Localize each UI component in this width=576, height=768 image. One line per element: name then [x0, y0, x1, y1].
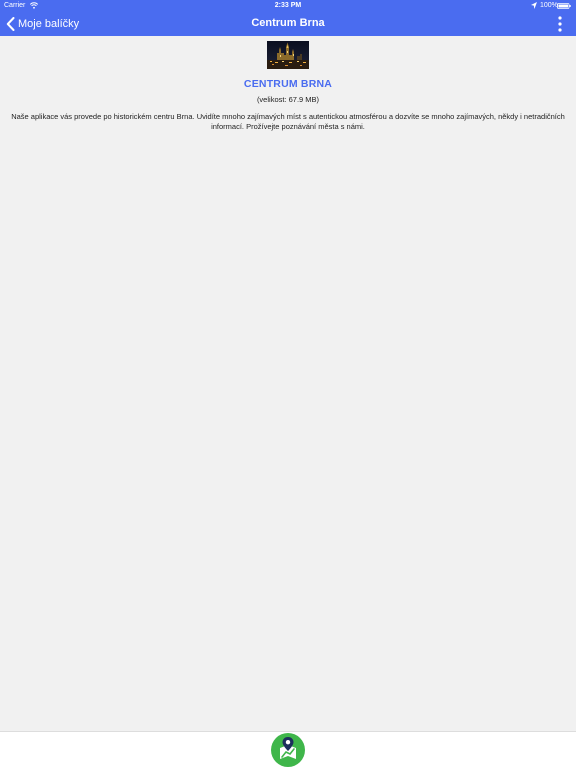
package-thumbnail [267, 41, 309, 69]
package-title: CENTRUM BRNA [243, 78, 333, 90]
package-detail: CENTRUM BRNA (velikost: 67.9 MB) Naše ap… [0, 36, 576, 731]
map-navigation-icon [280, 737, 296, 759]
bottom-bar [0, 731, 576, 768]
package-description: Naše aplikace vás provede po historickém… [11, 112, 565, 131]
chevron-left-icon [6, 17, 15, 31]
back-button-label: Moje balíčky [18, 18, 80, 30]
battery-icon [557, 3, 571, 9]
map-navigation-button[interactable] [271, 733, 305, 767]
back-button[interactable]: Moje balíčky [6, 15, 79, 33]
status-time: 2:33 PM [274, 2, 302, 9]
navigation-bar: Moje balíčky Centrum Brna [0, 12, 576, 36]
status-bar: Carrier 2:33 PM 100% [0, 0, 576, 12]
status-battery-level: 100% [540, 2, 558, 9]
location-arrow-icon [531, 2, 537, 9]
page-title: Centrum Brna [251, 17, 325, 29]
city-night-image [267, 41, 309, 69]
more-vertical-icon[interactable] [553, 15, 567, 33]
package-size: (velikost: 67.9 MB) [256, 95, 320, 104]
top-bar: Carrier 2:33 PM 100% Moje balíčky Centru… [0, 0, 576, 36]
